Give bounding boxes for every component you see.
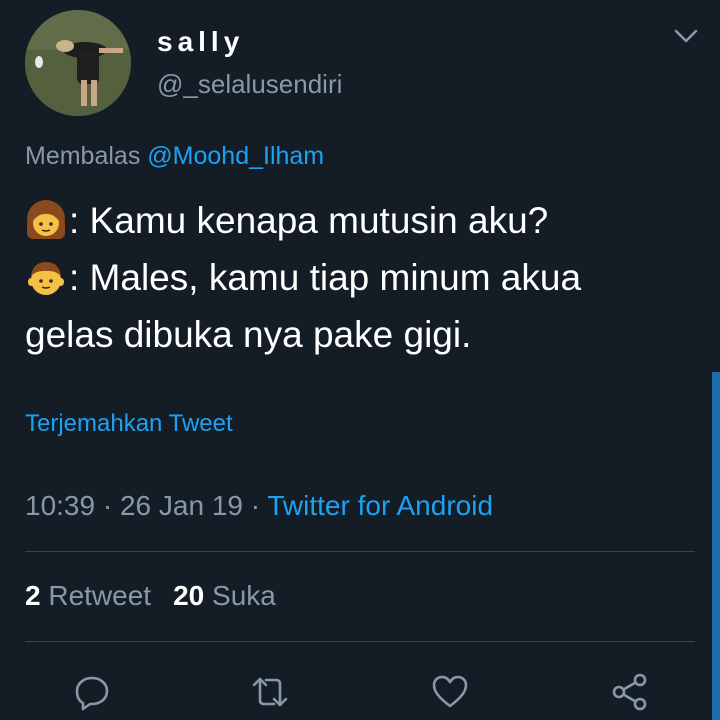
retweet-count: 2 [25, 580, 41, 611]
woman-emoji-icon [27, 200, 65, 239]
tweet-time: 10:39 [25, 490, 96, 521]
tweet-stats: 2 Retweet 20 Suka [25, 580, 276, 612]
meta-separator: · [95, 490, 120, 521]
scrollbar[interactable] [712, 372, 720, 720]
chevron-down-icon[interactable] [672, 24, 700, 48]
like-stat[interactable]: 20 Suka [173, 580, 276, 611]
tweet-date: 26 Jan 19 [119, 490, 243, 521]
retweet-label: Retweet [48, 580, 152, 611]
retweet-icon[interactable] [250, 672, 290, 712]
retweet-stat[interactable]: 2 Retweet [25, 580, 151, 611]
divider [25, 551, 695, 552]
tweet-text: : Kamu kenapa mutusin aku? : Males, kamu… [25, 192, 705, 363]
tweet-metadata: 10:39 · 26 Jan 19 · Twitter for Android [25, 490, 493, 522]
share-icon[interactable] [610, 672, 650, 712]
avatar-photo [25, 10, 131, 116]
tweet-line: : Males, kamu tiap minum akua [25, 249, 705, 306]
reply-context: Membalas @Moohd_Ilham [25, 142, 324, 171]
meta-separator: · [242, 490, 268, 521]
tweet-source-link[interactable]: Twitter for Android [267, 490, 493, 521]
reply-prefix: Membalas [25, 142, 141, 170]
reply-icon[interactable] [72, 672, 112, 712]
display-name[interactable]: sally [157, 26, 244, 58]
tweet-actions [0, 658, 720, 720]
tweet-line: : Kamu kenapa mutusin aku? [25, 192, 705, 249]
tweet-line: gelas dibuka nya pake gigi. [25, 314, 472, 355]
tweet-line-text: : Males, kamu tiap minum akua [69, 257, 582, 298]
user-handle[interactable]: @_selalusendiri [157, 69, 342, 100]
reply-mention-link[interactable]: @Moohd_Ilham [147, 142, 324, 170]
like-label: Suka [212, 580, 276, 611]
avatar[interactable] [25, 10, 131, 116]
translate-tweet-link[interactable]: Terjemahkan Tweet [25, 410, 233, 438]
divider [25, 641, 695, 642]
heart-icon[interactable] [430, 672, 470, 712]
tweet-line-text: : Kamu kenapa mutusin aku? [69, 200, 549, 241]
boy-emoji-icon [28, 262, 64, 295]
like-count: 20 [173, 580, 205, 611]
